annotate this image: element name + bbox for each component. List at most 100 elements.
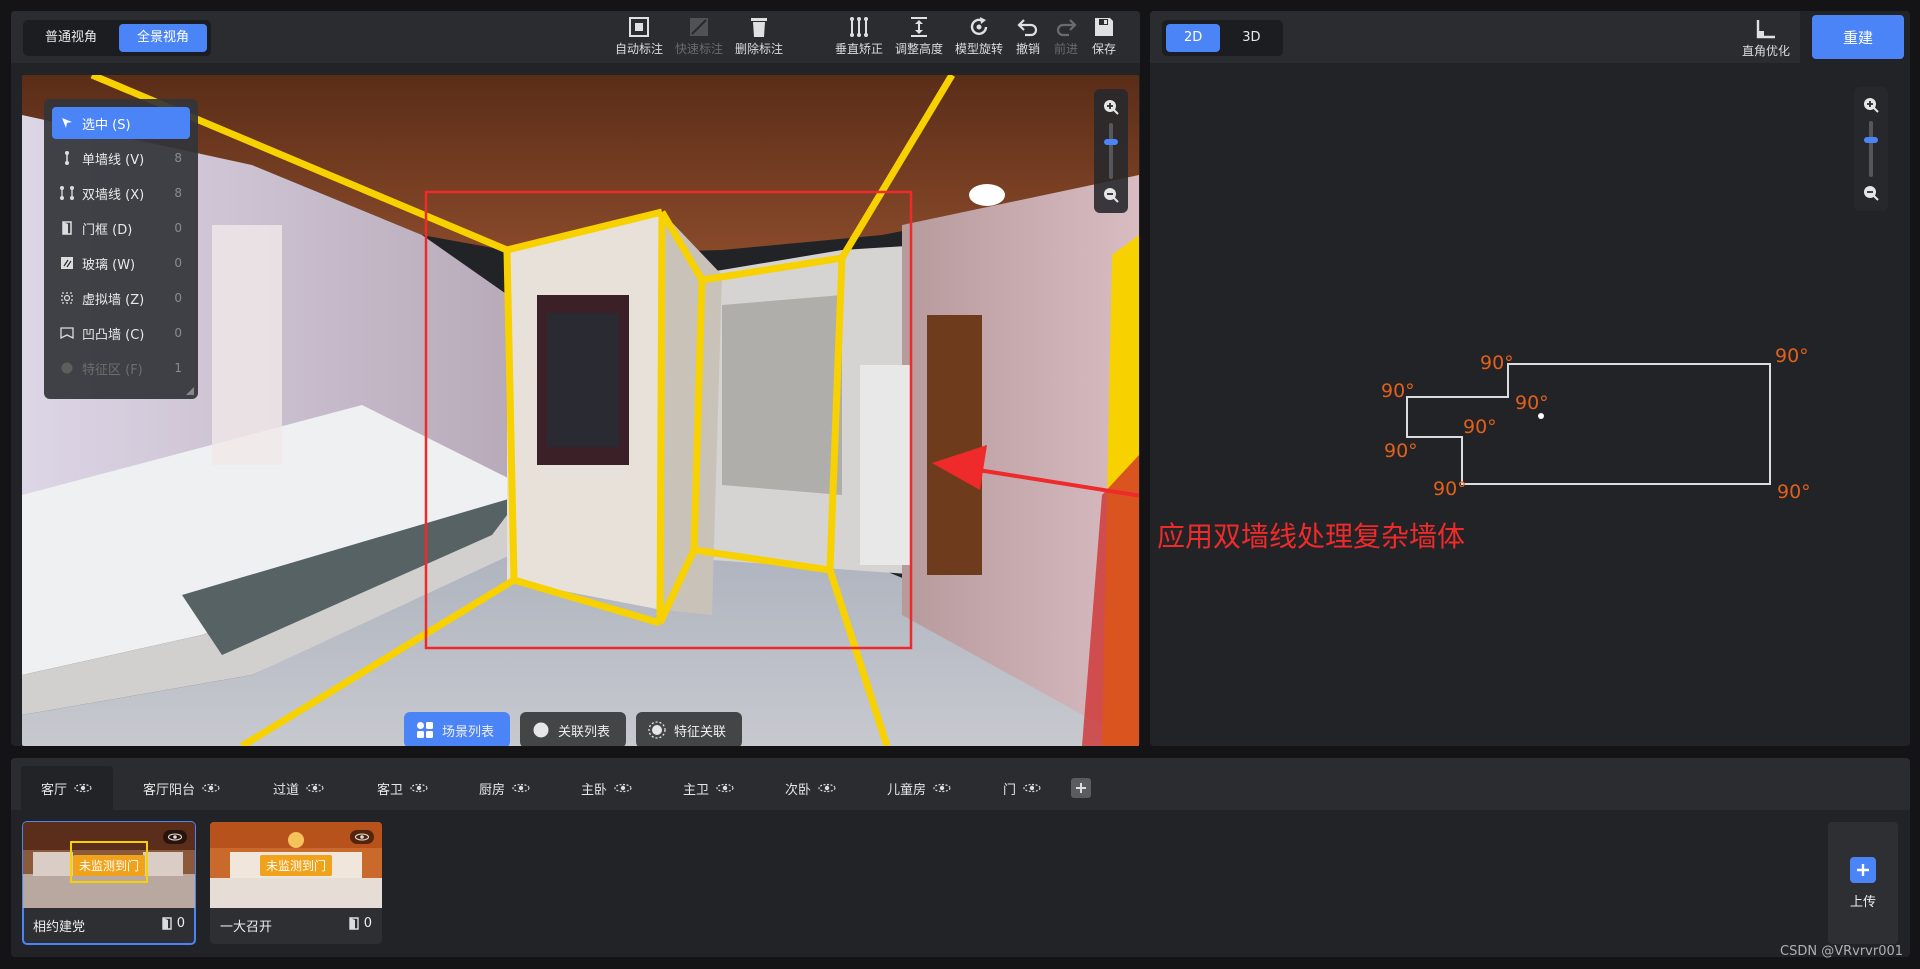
mode-select[interactable]: 选中 (S) bbox=[52, 107, 190, 139]
angle-label: 90° bbox=[1433, 478, 1467, 500]
room-tab-label: 次卧 bbox=[785, 782, 812, 798]
panorama-viewport[interactable]: 选中 (S) 单墙线 (V) 8 双墙线 (X) 8 门框 (D) 0 玻璃 (… bbox=[22, 75, 1139, 746]
link-list-icon bbox=[533, 722, 549, 738]
eye-icon[interactable] bbox=[932, 783, 952, 793]
mode-door-frame[interactable]: 门框 (D) 0 bbox=[52, 212, 190, 244]
mode-feature-zone-count: 1 bbox=[174, 361, 182, 375]
room-outline[interactable] bbox=[1406, 363, 1771, 485]
scene-list-label: 场景列表 bbox=[442, 724, 495, 740]
eye-icon[interactable] bbox=[201, 783, 221, 793]
quick-annotate-label: 快速标注 bbox=[675, 42, 724, 56]
eye-icon[interactable] bbox=[305, 783, 325, 793]
quick-annotate-button[interactable]: 快速标注 bbox=[675, 13, 723, 57]
mode-bump-wall[interactable]: 凹凸墙 (C) 0 bbox=[52, 317, 190, 349]
vertical-correct-button[interactable]: 垂直矫正 bbox=[835, 13, 883, 57]
mode-single-wall-count: 8 bbox=[174, 151, 182, 165]
room-tab[interactable]: 厨房 bbox=[459, 766, 551, 810]
room-tab[interactable]: 客厅阳台 bbox=[123, 766, 241, 810]
floorplan-canvas[interactable] bbox=[1150, 11, 1910, 746]
mode-glass-count: 0 bbox=[174, 256, 182, 270]
room-tab[interactable]: 过道 bbox=[253, 766, 345, 810]
redo-icon bbox=[1057, 19, 1077, 37]
zoom-in-button[interactable] bbox=[1101, 97, 1121, 117]
delete-annotate-button[interactable]: 删除标注 bbox=[735, 13, 783, 57]
add-room-button[interactable] bbox=[1071, 778, 1091, 798]
undo-label: 撤销 bbox=[1016, 42, 1041, 56]
room-tab[interactable]: 门 bbox=[983, 766, 1062, 810]
normal-view-option[interactable]: 普通视角 bbox=[27, 24, 115, 52]
auto-annotate-label: 自动标注 bbox=[615, 42, 664, 56]
thumbnail-count: 0 bbox=[161, 916, 185, 931]
scene-tab-bar: 场景列表 关联列表 特征关联 bbox=[404, 712, 743, 746]
redo-button[interactable]: 前进 bbox=[1053, 13, 1079, 57]
scene-thumbnail[interactable]: 未监测到门 相约建党 0 bbox=[22, 821, 196, 945]
auto-annotate-button[interactable]: 自动标注 bbox=[615, 13, 663, 57]
eye-icon[interactable] bbox=[73, 783, 93, 793]
mode-glass[interactable]: 玻璃 (W) 0 bbox=[52, 247, 190, 279]
link-list-label: 关联列表 bbox=[558, 724, 611, 740]
plus-icon bbox=[1857, 863, 1869, 876]
rebuild-button[interactable]: 重建 bbox=[1812, 15, 1904, 59]
eye-icon[interactable] bbox=[409, 783, 429, 793]
save-button[interactable]: 保存 bbox=[1091, 13, 1117, 57]
scene-thumbnail[interactable]: 未监测到门 一大召开 0 bbox=[210, 822, 382, 944]
zoom-out-button[interactable] bbox=[1101, 185, 1121, 205]
zoom-slider-thumb[interactable] bbox=[1104, 139, 1118, 145]
room-tab[interactable]: 次卧 bbox=[765, 766, 857, 810]
mode-feature-zone[interactable]: 特征区 (F) 1 bbox=[52, 352, 190, 384]
height-adjust-button[interactable]: 调整高度 bbox=[895, 13, 943, 57]
scene-list-tab[interactable]: 场景列表 bbox=[404, 712, 511, 746]
thumbnail-count: 0 bbox=[348, 916, 372, 931]
save-label: 保存 bbox=[1092, 42, 1117, 56]
annotation-caption: 应用双墙线处理复杂墙体 bbox=[1157, 520, 1466, 553]
mode-single-wall[interactable]: 单墙线 (V) 8 bbox=[52, 142, 190, 174]
upload-button[interactable]: 上传 bbox=[1828, 822, 1898, 944]
thumbnail-name: 一大召开 bbox=[220, 920, 273, 935]
door-frame-icon bbox=[62, 221, 72, 235]
eye-icon[interactable] bbox=[511, 783, 531, 793]
undo-icon bbox=[1017, 19, 1038, 37]
mode-door-frame-label: 门框 (D) bbox=[82, 222, 133, 238]
room-tab-label: 客厅阳台 bbox=[143, 782, 196, 798]
trash-icon bbox=[751, 18, 768, 37]
eye-icon bbox=[167, 833, 183, 841]
thumbnail-name: 相约建党 bbox=[33, 920, 86, 935]
room-tab[interactable]: 客卫 bbox=[357, 766, 449, 810]
resize-handle-icon[interactable] bbox=[186, 387, 194, 395]
panorama-view-option[interactable]: 全景视角 bbox=[119, 24, 208, 52]
thumbnail-count-value: 0 bbox=[363, 916, 372, 931]
mode-single-wall-label: 单墙线 (V) bbox=[82, 152, 145, 168]
draw-mode-panel: 选中 (S) 单墙线 (V) 8 双墙线 (X) 8 门框 (D) 0 玻璃 (… bbox=[44, 99, 198, 399]
door-frame-icon bbox=[162, 917, 172, 930]
mode-double-wall[interactable]: 双墙线 (X) 8 bbox=[52, 177, 190, 209]
room-tab[interactable]: 主卫 bbox=[663, 766, 755, 810]
room-tab[interactable]: 客厅 bbox=[21, 766, 114, 810]
room-tab-label: 门 bbox=[1003, 782, 1017, 798]
feature-link-label: 特征关联 bbox=[674, 724, 727, 740]
room-tab-bar: 客厅 客厅阳台 过道 客卫 厨房 主卧 主卫 次卧 儿童房 门 bbox=[11, 758, 1910, 810]
room-tab[interactable]: 儿童房 bbox=[867, 766, 972, 810]
angle-label: 90° bbox=[1777, 481, 1811, 503]
watermark: CSDN @VRvrvr001 bbox=[1780, 944, 1904, 959]
eye-icon[interactable] bbox=[613, 783, 633, 793]
thumbnail-eye-badge[interactable] bbox=[163, 830, 187, 844]
panorama-zoom-control bbox=[1094, 89, 1128, 213]
eye-icon[interactable] bbox=[715, 783, 735, 793]
undo-button[interactable]: 撤销 bbox=[1015, 13, 1041, 57]
room-tab[interactable]: 主卧 bbox=[561, 766, 653, 810]
model-rotate-button[interactable]: 模型旋转 bbox=[955, 13, 1003, 57]
door-warning-badge: 未监测到门 bbox=[259, 855, 333, 876]
double-wall-icon bbox=[60, 186, 74, 200]
angle-label: 90° bbox=[1480, 352, 1514, 374]
link-list-tab[interactable]: 关联列表 bbox=[520, 712, 627, 746]
zoom-slider[interactable] bbox=[1104, 123, 1118, 179]
room-tab-label: 主卫 bbox=[683, 782, 710, 798]
eye-icon[interactable] bbox=[817, 783, 837, 793]
mode-virtual-wall[interactable]: 虚拟墙 (Z) 0 bbox=[52, 282, 190, 314]
model-tools: 垂直矫正 调整高度 模型旋转 撤销 前进 保存 bbox=[829, 13, 1123, 57]
thumbnail-eye-badge[interactable] bbox=[350, 830, 374, 844]
eye-icon[interactable] bbox=[1022, 783, 1042, 793]
mode-double-wall-label: 双墙线 (X) bbox=[82, 187, 145, 203]
feature-link-tab[interactable]: 特征关联 bbox=[636, 712, 743, 746]
redo-label: 前进 bbox=[1054, 42, 1079, 56]
